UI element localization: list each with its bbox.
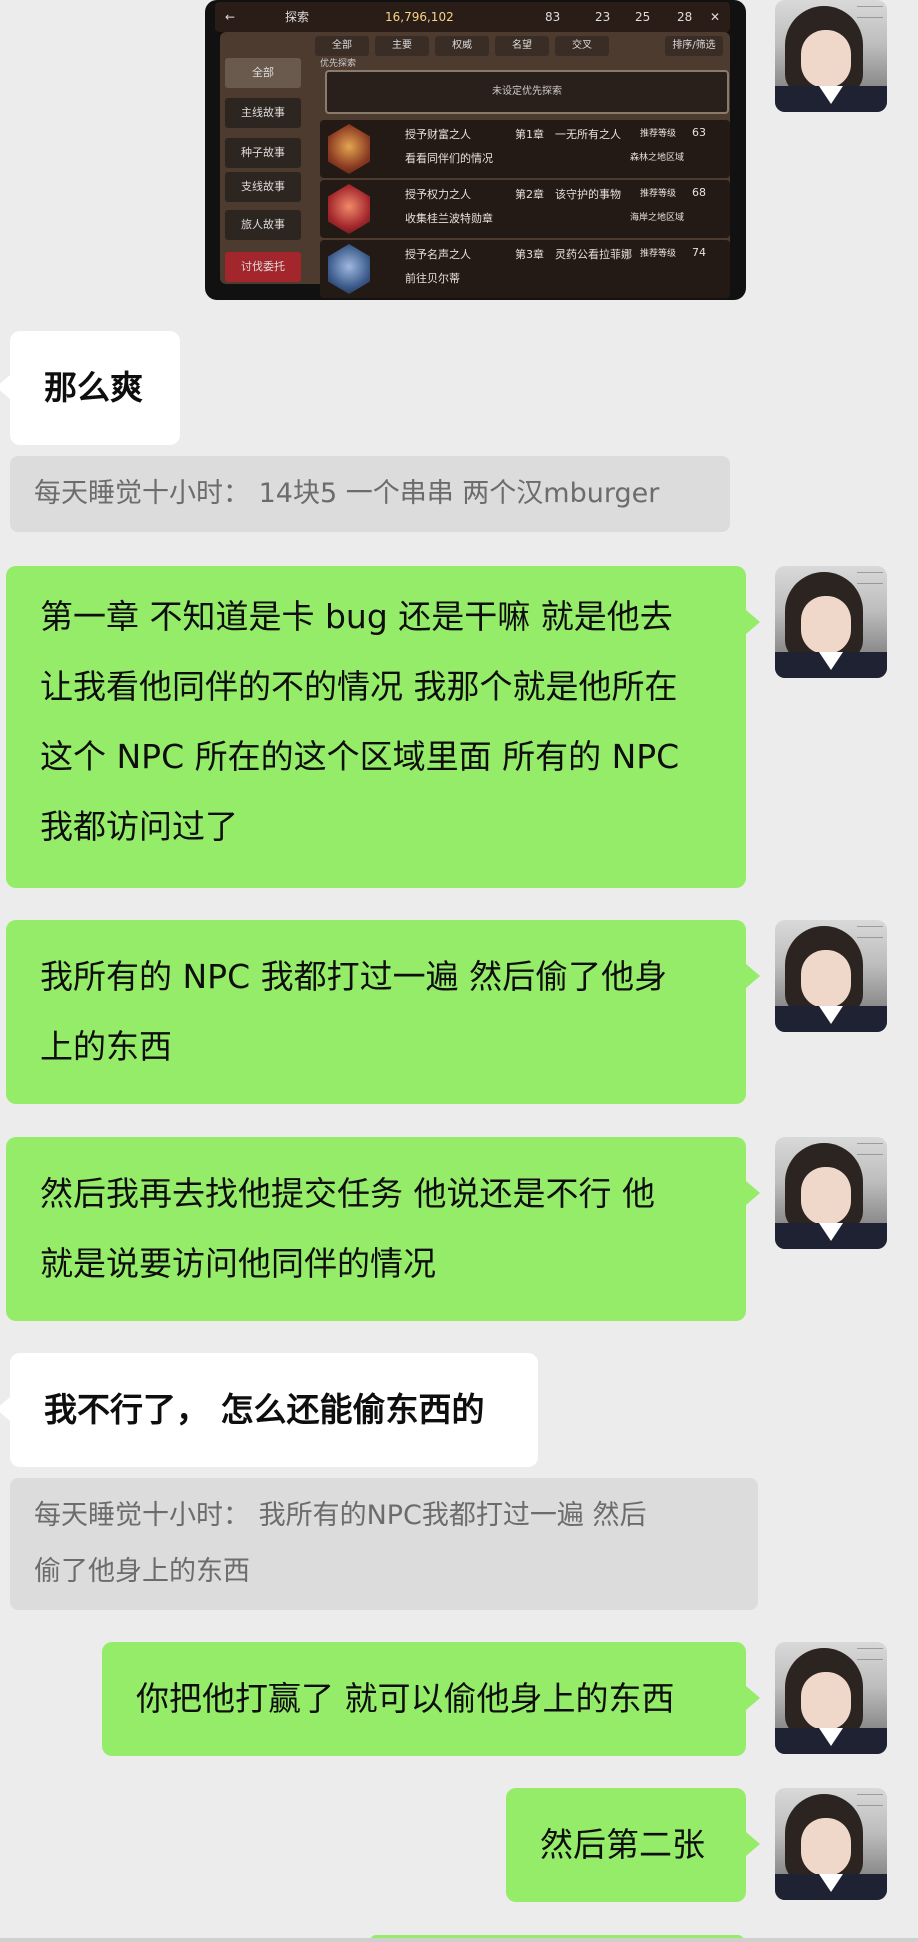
quote-text-line: 每天睡觉十小时： 我所有的NPC我都打过一遍 然后 xyxy=(34,1500,647,1531)
quest-name: 授予名声之人 xyxy=(405,248,471,261)
game-tab: 全部 xyxy=(315,36,369,56)
quest-task: 前往贝尔蒂 xyxy=(405,272,460,285)
avatar[interactable] xyxy=(775,566,887,678)
sent-message-bubble[interactable]: 你把他打赢了 就可以偷他身上的东西 xyxy=(102,1642,760,1756)
game-side-item: 支线故事 xyxy=(225,172,301,202)
game-gold: 16,796,102 xyxy=(385,10,454,24)
game-sort-button: 排序/筛选 xyxy=(665,36,723,56)
quest-area: 海岸之地区域 xyxy=(630,213,685,223)
quoted-message[interactable]: 每天睡觉十小时： 14块5 一个串串 两个汉mburger xyxy=(10,456,730,532)
sent-message-bubble[interactable]: 我所有的 NPC 我都打过一遍 然后偷了他身 上的东西 xyxy=(6,920,760,1104)
avatar[interactable] xyxy=(775,0,887,112)
quoted-message[interactable]: 每天睡觉十小时： 我所有的NPC我都打过一遍 然后 偷了他身上的东西 xyxy=(10,1478,758,1610)
message-text-line: 就是说要访问他同伴的情况 xyxy=(40,1244,436,1283)
sent-message-bubble[interactable]: 第一章 不知道是卡 bug 还是干嘛 就是他去 让我看他同伴的不的情况 我那个就… xyxy=(6,566,760,888)
quest-chapter-title: 灵药公看拉菲娜 xyxy=(555,248,632,261)
game-priority-label: 优先探索 xyxy=(320,59,357,69)
message-text-line: 这个 NPC 所在的这个区域里面 所有的 NPC xyxy=(40,737,680,776)
quest-chapter: 第2章 xyxy=(515,188,544,201)
game-counter-2: 23 xyxy=(595,10,611,24)
game-quest-row: 授予财富之人 第1章 一无所有之人 看看同伴们的情况 推荐等级 63 森林之地区… xyxy=(320,120,730,178)
message-text-line: 我都访问过了 xyxy=(40,807,238,846)
game-side-item: 主线故事 xyxy=(225,98,301,128)
quest-task: 收集桂兰波特勋章 xyxy=(405,212,493,225)
game-tab: 交叉 xyxy=(555,36,609,56)
quest-chapter: 第3章 xyxy=(515,248,544,261)
message-text: 那么爽 xyxy=(44,368,143,407)
quest-level: 74 xyxy=(692,246,706,259)
game-tab: 主要 xyxy=(375,36,429,56)
quest-level-label: 推荐等级 xyxy=(640,249,677,259)
quest-chapter: 第1章 xyxy=(515,128,544,141)
game-side-item: 种子故事 xyxy=(225,138,301,168)
message-text-line: 然后我再去找他提交任务 他说还是不行 他 xyxy=(40,1174,655,1213)
quest-medal-icon xyxy=(328,124,370,174)
game-quest-row: 授予权力之人 第2章 该守护的事物 收集桂兰波特勋章 推荐等级 68 海岸之地区… xyxy=(320,180,730,238)
sent-message-bubble[interactable]: 然后第二张 xyxy=(506,1788,760,1902)
message-text-line: 我所有的 NPC 我都打过一遍 然后偷了他身 xyxy=(40,957,668,996)
avatar[interactable] xyxy=(775,1788,887,1900)
game-close-icon: ✕ xyxy=(710,10,721,24)
game-tab: 名望 xyxy=(495,36,549,56)
game-counter-1: 83 xyxy=(545,10,561,24)
message-text-line: 第一章 不知道是卡 bug 还是干嘛 就是他去 xyxy=(40,597,673,636)
game-side-item: 旅人故事 xyxy=(225,210,301,240)
quest-level: 63 xyxy=(692,126,706,139)
game-counter-4: 28 xyxy=(677,10,693,24)
message-text-line: 上的东西 xyxy=(40,1027,172,1066)
message-text: 我不行了， 怎么还能偷东西的 xyxy=(44,1390,485,1429)
received-message-bubble[interactable]: 那么爽 xyxy=(0,331,180,445)
quest-medal-icon xyxy=(328,244,370,294)
quest-chapter-title: 一无所有之人 xyxy=(555,128,621,141)
quote-text: 每天睡觉十小时： 14块5 一个串串 两个汉mburger xyxy=(34,478,660,509)
quest-level-label: 推荐等级 xyxy=(640,189,677,199)
avatar[interactable] xyxy=(775,1137,887,1249)
sent-message-bubble[interactable]: 然后我再去找他提交任务 他说还是不行 他 就是说要访问他同伴的情况 xyxy=(6,1137,760,1321)
game-counter-3: 25 xyxy=(635,10,651,24)
quest-level: 68 xyxy=(692,186,706,199)
game-side-item: 全部 xyxy=(225,58,301,88)
game-title: 探索 xyxy=(285,10,310,24)
message-text: 然后第二张 xyxy=(540,1825,705,1864)
game-main-side-button: 讨伐委托 xyxy=(225,252,301,282)
game-screenshot-image[interactable]: ← 探索 16,796,102 83 23 25 28 ✕ 全部 主要 权威 名… xyxy=(205,0,746,300)
game-quest-row: 授予名声之人 第3章 灵药公看拉菲娜 前往贝尔蒂 推荐等级 74 xyxy=(320,240,730,298)
game-priority-box: 未设定优先探索 xyxy=(325,70,729,114)
message-text-line: 让我看他同伴的不的情况 我那个就是他所在 xyxy=(40,667,678,706)
message-text: 你把他打赢了 就可以偷他身上的东西 xyxy=(136,1679,675,1718)
avatar[interactable] xyxy=(775,920,887,1032)
quest-chapter-title: 该守护的事物 xyxy=(555,188,621,201)
quest-name: 授予财富之人 xyxy=(405,128,471,141)
bottom-divider xyxy=(0,1938,918,1942)
quest-level-label: 推荐等级 xyxy=(640,129,677,139)
game-tab: 权威 xyxy=(435,36,489,56)
quest-area: 森林之地区域 xyxy=(630,153,685,163)
quest-task: 看看同伴们的情况 xyxy=(405,152,493,165)
avatar[interactable] xyxy=(775,1642,887,1754)
received-message-bubble[interactable]: 我不行了， 怎么还能偷东西的 xyxy=(0,1353,538,1467)
quest-medal-icon xyxy=(328,184,370,234)
quote-text-line: 偷了他身上的东西 xyxy=(34,1556,250,1587)
game-back-button: ← xyxy=(225,10,236,24)
quest-name: 授予权力之人 xyxy=(405,188,471,201)
game-top-bar: ← 探索 16,796,102 83 23 25 28 ✕ xyxy=(215,2,730,32)
